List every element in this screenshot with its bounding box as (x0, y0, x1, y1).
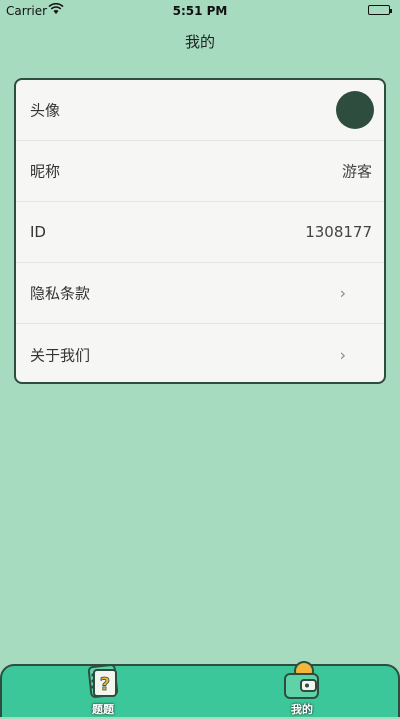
id-label: ID (30, 223, 46, 241)
page-title: 我的 (184, 33, 215, 51)
chevron-right-icon: › (339, 283, 346, 303)
profile-card: 头像 昵称 游客 ID 1308177 隐私条款 › 关于我们 › (14, 78, 386, 384)
nickname-label: 昵称 (30, 162, 61, 181)
svg-text:?: ? (100, 674, 110, 695)
tab-questions[interactable]: ? 题题 (63, 664, 143, 719)
avatar-row[interactable]: 头像 (16, 80, 384, 141)
id-row: ID 1308177 (16, 202, 384, 263)
tab-mine[interactable]: 我的 (262, 661, 342, 719)
wallet-icon (284, 661, 319, 699)
tab-mine-label: 我的 (291, 703, 313, 716)
privacy-policy-label: 隐私条款 (30, 284, 91, 303)
id-value: 1308177 (305, 223, 372, 241)
battery-icon (368, 5, 392, 15)
tab-questions-label: 题题 (92, 703, 114, 716)
status-bar: Carrier 5:51 PM (0, 0, 400, 22)
avatar-label: 头像 (30, 101, 61, 120)
question-card-icon: ? (87, 664, 119, 698)
nickname-value: 游客 (341, 162, 372, 181)
nickname-row[interactable]: 昵称 游客 (16, 141, 384, 202)
about-us-label: 关于我们 (30, 346, 91, 364)
tab-bar: ? 题题 我的 (0, 661, 400, 719)
privacy-policy-row[interactable]: 隐私条款 › (16, 263, 384, 324)
chevron-right-icon: › (339, 345, 346, 364)
avatar[interactable] (336, 91, 374, 129)
about-us-row[interactable]: 关于我们 › (16, 324, 384, 382)
status-time: 5:51 PM (172, 4, 228, 18)
